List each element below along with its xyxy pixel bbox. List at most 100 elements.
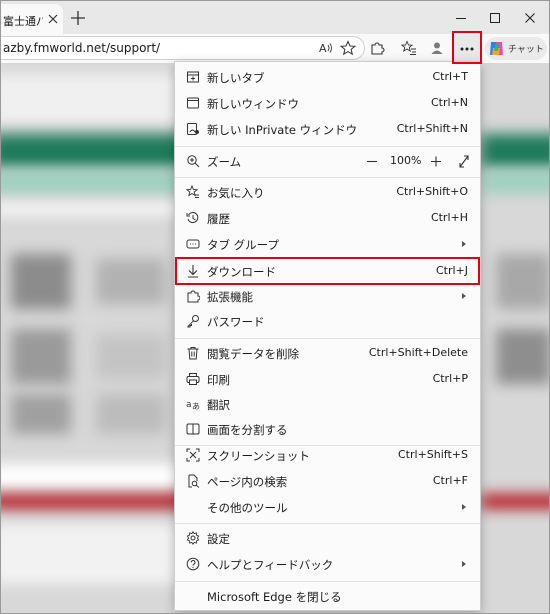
menu-label: ヘルプとフィードバック (207, 558, 334, 572)
menu-item-favorites[interactable]: お気に入り Ctrl+Shift+O (175, 180, 480, 205)
download-icon (186, 264, 200, 278)
more-dots-icon (460, 47, 474, 51)
split-screen-icon (186, 422, 200, 436)
menu-item-help-and-feedback[interactable]: ヘルプとフィードバック (175, 552, 480, 577)
browser-toolbar: azby.fmworld.net/support/ A チャット (1, 34, 549, 64)
menu-item-new-tab[interactable]: 新しいタブ Ctrl+T (175, 65, 480, 90)
favorites-icon (186, 185, 200, 199)
menu-shortcut: Ctrl+Shift+N (396, 122, 468, 135)
menu-item-screenshot[interactable]: スクリーンショット Ctrl+Shift+S (175, 443, 480, 468)
menu-item-print[interactable]: 印刷 Ctrl+P (175, 367, 480, 392)
settings-and-more-button[interactable] (453, 35, 481, 62)
active-tab[interactable]: 富士通パソコ (1, 4, 63, 34)
tab-groups-icon (186, 237, 200, 251)
fullscreen-icon[interactable] (458, 149, 470, 174)
menu-item-downloads[interactable]: ダウンロード Ctrl+J (175, 259, 480, 284)
close-window-icon[interactable] (523, 11, 537, 25)
menu-shortcut: Ctrl+N (430, 96, 468, 109)
menu-label: スクリーンショット (207, 449, 310, 463)
menu-label: 閲覧データを削除 (207, 347, 299, 361)
inprivate-icon (186, 122, 200, 136)
menu-shortcut: Ctrl+H (430, 211, 468, 224)
help-icon (186, 557, 200, 571)
menu-item-more-tools[interactable]: その他のツール (175, 495, 480, 520)
zoom-out-button[interactable] (365, 149, 379, 174)
submenu-arrow-icon (462, 293, 466, 299)
menu-label: 拡張機能 (207, 290, 253, 304)
zoom-in-button[interactable] (429, 149, 443, 174)
menu-separator (175, 581, 480, 582)
profile-icon[interactable] (429, 40, 445, 56)
new-window-icon (186, 96, 200, 110)
menu-separator (175, 177, 480, 178)
extensions-icon[interactable] (369, 40, 385, 56)
copilot-logo-icon (488, 40, 505, 57)
menu-item-split-screen[interactable]: 画面を分割する (175, 417, 480, 442)
key-icon (186, 314, 200, 328)
menu-label: お気に入り (207, 186, 265, 200)
menu-label: 翻訳 (207, 398, 230, 412)
menu-item-zoom: ズーム 100% (175, 149, 480, 174)
svg-text:a: a (186, 400, 192, 410)
menu-item-new-window[interactable]: 新しいウィンドウ Ctrl+N (175, 91, 480, 116)
favorites-list-icon[interactable] (401, 40, 417, 56)
menu-item-tab-groups[interactable]: タブ グループ (175, 232, 480, 257)
new-tab-button[interactable] (69, 9, 87, 27)
menu-item-new-inprivate-window[interactable]: 新しい InPrivate ウィンドウ Ctrl+Shift+N (175, 117, 480, 142)
menu-label: ズーム (207, 155, 242, 169)
tab-close-icon[interactable] (46, 12, 60, 26)
menu-item-settings[interactable]: 設定 (175, 526, 480, 551)
copilot-chat-button[interactable]: チャット (485, 37, 547, 60)
menu-item-close-edge[interactable]: Microsoft Edge を閉じる (175, 584, 480, 609)
menu-item-clear-browsing-data[interactable]: 閲覧データを削除 Ctrl+Shift+Delete (175, 341, 480, 366)
translate-icon: aあ (186, 397, 200, 411)
find-on-page-icon (186, 474, 200, 488)
menu-label: ダウンロード (207, 265, 276, 279)
menu-shortcut: Ctrl+Shift+Delete (368, 346, 468, 359)
read-aloud-icon[interactable]: A (318, 40, 334, 56)
menu-separator (175, 146, 480, 147)
menu-item-history[interactable]: 履歴 Ctrl+H (175, 206, 480, 231)
zoom-icon (186, 154, 200, 168)
menu-label: 新しいウィンドウ (207, 97, 299, 111)
menu-shortcut: Ctrl+T (432, 70, 468, 83)
minimize-icon[interactable] (454, 11, 468, 25)
screenshot-icon (186, 448, 200, 462)
address-bar[interactable]: azby.fmworld.net/support/ A (1, 36, 365, 60)
menu-separator (175, 523, 480, 524)
menu-item-find-on-page[interactable]: ページ内の検索 Ctrl+F (175, 469, 480, 494)
submenu-arrow-icon (462, 561, 466, 567)
menu-shortcut: Ctrl+P (432, 372, 468, 385)
menu-label: 新しいタブ (207, 71, 265, 85)
settings-and-more-menu: 新しいタブ Ctrl+T 新しいウィンドウ Ctrl+N 新しい InPriva… (174, 61, 481, 611)
menu-label: 印刷 (207, 373, 230, 387)
zoom-level: 100% (390, 154, 422, 167)
menu-label: ページ内の検索 (207, 475, 288, 489)
submenu-arrow-icon (462, 504, 466, 510)
maximize-icon[interactable] (488, 11, 502, 25)
menu-shortcut: Ctrl+Shift+S (398, 448, 468, 461)
history-icon (186, 211, 200, 225)
gear-icon (186, 531, 200, 545)
menu-label: パスワード (207, 315, 265, 329)
favorite-star-icon[interactable] (340, 40, 356, 56)
browser-window: 富士通パソコ azby.fmworld.net/support/ A (0, 0, 550, 614)
printer-icon (186, 372, 200, 386)
menu-label: 設定 (207, 532, 230, 546)
menu-separator (175, 338, 480, 339)
menu-item-translate[interactable]: aあ 翻訳 (175, 392, 480, 417)
extensions-icon (186, 289, 200, 303)
menu-label: Microsoft Edge を閉じる (207, 590, 342, 604)
menu-item-passwords[interactable]: パスワード (175, 309, 480, 334)
svg-text:A: A (319, 42, 327, 55)
copilot-label: チャット (508, 45, 544, 55)
trash-icon (186, 346, 200, 360)
new-tab-icon (186, 70, 200, 84)
menu-shortcut: Ctrl+J (435, 264, 468, 277)
menu-label: 新しい InPrivate ウィンドウ (207, 123, 358, 137)
address-bar-url: azby.fmworld.net/support/ (3, 41, 161, 55)
menu-shortcut: Ctrl+F (432, 474, 468, 487)
menu-shortcut: Ctrl+Shift+O (396, 185, 468, 198)
menu-item-extensions[interactable]: 拡張機能 (175, 284, 480, 309)
tab-title: 富士通パソコ (3, 15, 43, 28)
